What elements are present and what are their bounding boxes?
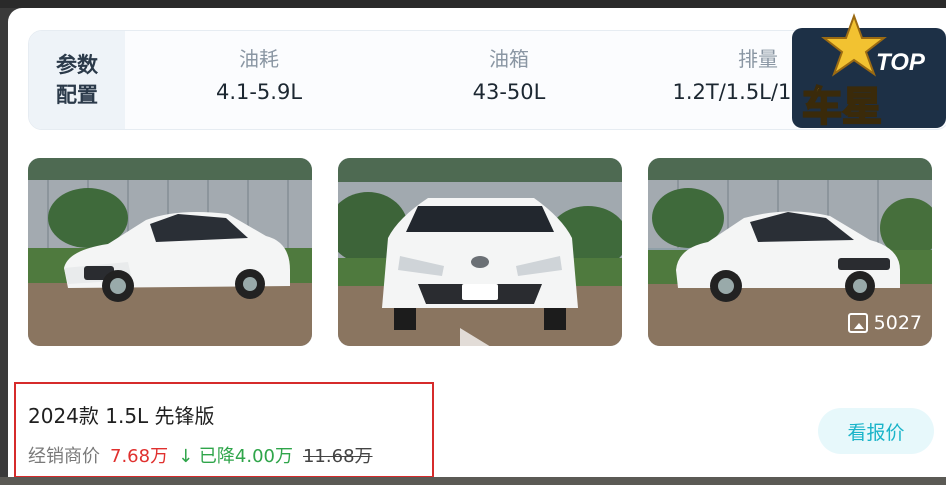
view-quote-button[interactable]: 看报价 (818, 408, 934, 454)
play-icon[interactable] (460, 328, 496, 372)
down-arrow-icon: ↓ (178, 446, 194, 467)
photo-count-badge[interactable]: 5027 (847, 312, 922, 334)
gallery-icon (847, 313, 868, 333)
car-side-image (28, 158, 312, 346)
car-front-image (338, 158, 622, 346)
spec-name: 油箱 (489, 47, 529, 71)
price-row: 经销商价 7.68万 ↓ 已降4.00万 11.68万 (28, 442, 373, 468)
brand-logo: TOP 车星 (792, 13, 946, 131)
original-price: 11.68万 (302, 446, 373, 467)
trim-highlight-box[interactable]: 2024款 1.5L 先锋版 经销商价 7.68万 ↓ 已降4.00万 11.6… (14, 382, 434, 478)
dealer-price-label: 经销商价 (28, 446, 100, 467)
spec-label-box: 参数配置 (29, 31, 125, 129)
bottom-strip (0, 477, 946, 485)
top-frame (0, 0, 946, 8)
trim-name: 2024款 1.5L 先锋版 (28, 404, 215, 428)
spec-fuel-tank: 油箱 43-50L (439, 45, 579, 109)
spec-value: 43-50L (472, 80, 546, 104)
photo-count: 5027 (873, 312, 922, 334)
price-drop: ↓ 已降4.00万 (178, 442, 293, 468)
car-photo-front[interactable] (338, 158, 622, 346)
dealer-price: 7.68万 (110, 446, 169, 467)
car-photo-rear[interactable]: 5027 (648, 158, 932, 346)
price-drop-text: 已降4.00万 (198, 446, 293, 467)
spec-name: 油耗 (239, 47, 279, 71)
spec-label: 参数配置 (56, 53, 98, 107)
spec-fuel-consumption: 油耗 4.1-5.9L (189, 45, 329, 109)
spec-value: 4.1-5.9L (215, 80, 303, 104)
logo-text-main: 车星 (802, 84, 882, 130)
logo-text-top: TOP (876, 49, 926, 76)
car-photo-side[interactable] (28, 158, 312, 346)
